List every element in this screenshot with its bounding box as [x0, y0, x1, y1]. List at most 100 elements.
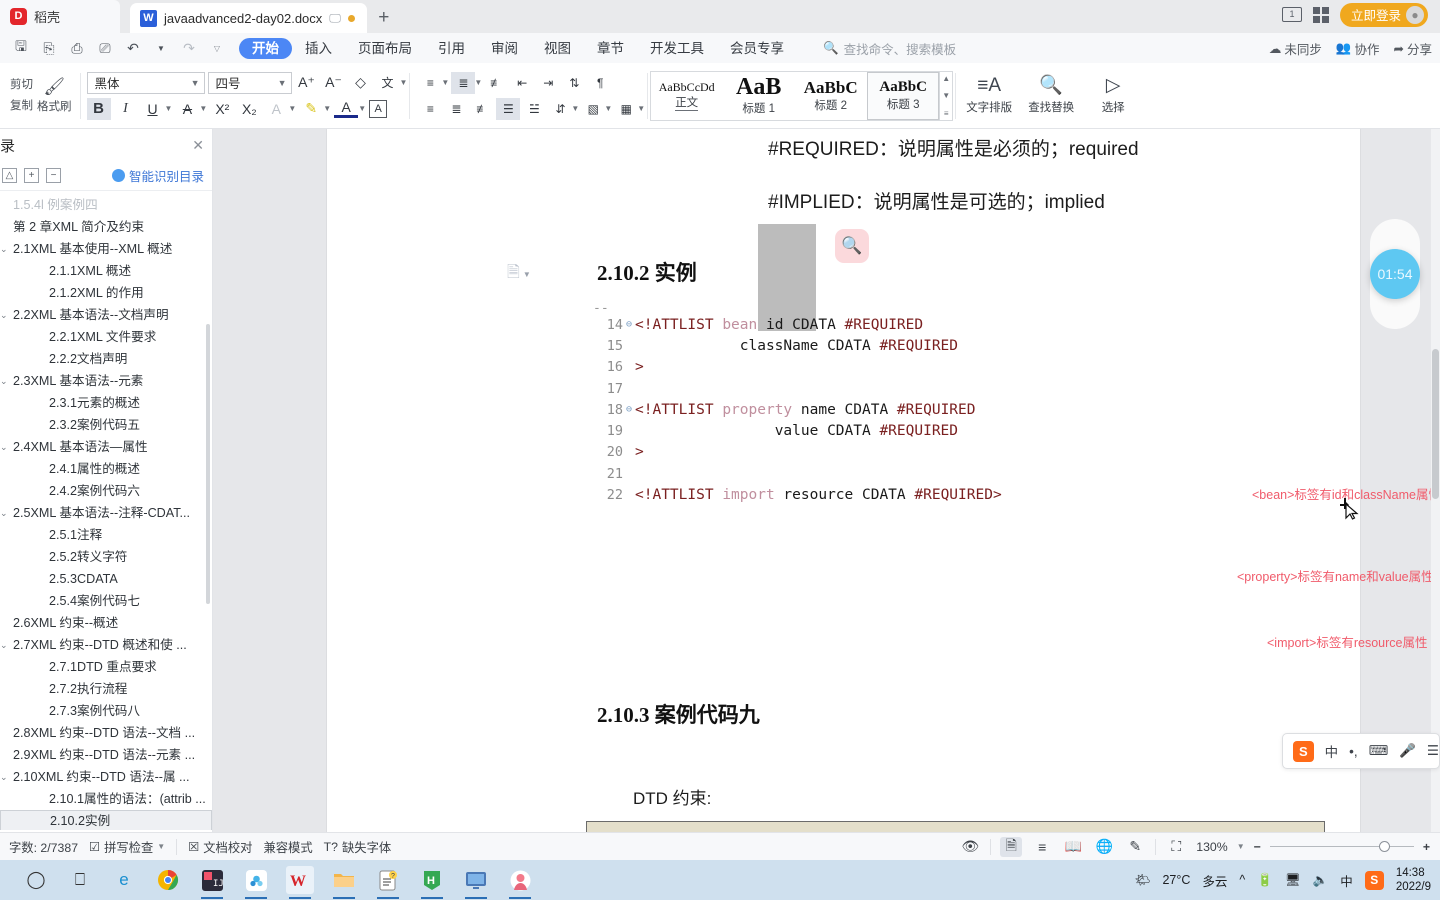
customize-icon[interactable]: ▽ — [205, 37, 229, 59]
justify-icon[interactable]: ☰ — [496, 97, 521, 120]
toc-item[interactable]: 2.8XML 约束--DTD 语法--文档 ... — [0, 722, 212, 744]
apps-grid-icon[interactable] — [1312, 6, 1329, 23]
close-icon[interactable]: ✕ — [192, 137, 204, 154]
partly-cloudy-icon[interactable]: 🌤 — [1135, 873, 1151, 888]
docer-tab[interactable]: D 稻壳 — [0, 0, 120, 33]
toc-item[interactable]: 2.7.3案例代码八 — [0, 700, 212, 722]
align-right-icon[interactable]: ≢ — [470, 98, 494, 120]
document-vertical-scrollbar[interactable] — [1431, 129, 1440, 832]
collapse-all-icon[interactable]: △ — [2, 168, 17, 183]
chevron-down-icon[interactable]: ▼ — [441, 78, 449, 87]
save-as-icon[interactable]: ⎘ — [37, 37, 61, 59]
toc-item[interactable]: 2.1.1XML 概述 — [0, 260, 212, 282]
ink-view-icon[interactable]: ✎ — [1124, 837, 1146, 857]
tab-page-layout[interactable]: 页面布局 — [345, 38, 425, 59]
clear-formatting-icon[interactable]: ◇ — [349, 72, 373, 94]
bold-button[interactable]: B — [86, 97, 111, 120]
battery-icon[interactable]: 🔋 — [1257, 873, 1273, 888]
cut-button[interactable]: 剪切 — [10, 79, 33, 92]
chevron-down-icon[interactable]: ⌄ — [0, 768, 13, 786]
style-normal[interactable]: AaBbCcDd 正文 — [651, 72, 723, 120]
paragraph-settings-icon[interactable]: 🗎 ▼ — [507, 261, 531, 288]
page-count-box[interactable]: 1 — [1281, 7, 1302, 22]
navicat-icon[interactable] — [242, 866, 270, 899]
toc-item[interactable]: 2.7.2执行流程 — [0, 678, 212, 700]
toc-list[interactable]: 1.5.4l 例案例四第 2 章XML 简介及约束 ⌄ 2.1XML 基本使用--X… — [0, 191, 212, 830]
ime-menu-icon[interactable]: ☰ — [1427, 743, 1439, 759]
copy-button[interactable]: 复制 — [10, 100, 33, 113]
toc-item[interactable]: 2.2.2文档声明 — [0, 348, 212, 370]
web-view-icon[interactable]: 🌐 — [1093, 837, 1115, 857]
toc-item[interactable]: ⌄ 2.7XML 约束--DTD 概述和使 ... — [0, 634, 212, 656]
align-left-icon[interactable]: ≡ — [418, 98, 442, 120]
outline-view-icon[interactable]: ≡ — [1031, 837, 1053, 857]
intellij-idea-icon[interactable]: IJ — [198, 866, 226, 899]
spellcheck-button[interactable]: ☑ 拼写检查 ▼ — [89, 838, 165, 856]
text-layout-button[interactable]: ≡A 文字排版 — [958, 76, 1020, 115]
start-circle-icon[interactable]: ◯ — [22, 866, 50, 894]
character-border-icon[interactable]: A — [369, 99, 388, 118]
tab-start[interactable]: 开始 — [239, 37, 292, 59]
chevron-down-icon[interactable]: ⌄ — [0, 504, 13, 522]
decrease-indent-icon[interactable]: ⇤ — [510, 72, 534, 94]
scroll-up-icon[interactable]: ▲ — [942, 74, 950, 83]
print-icon[interactable]: ⎙ — [65, 37, 89, 59]
task-view-icon[interactable]: ⎕ — [66, 866, 94, 894]
distribute-icon[interactable]: ☱ — [522, 98, 546, 120]
show-formatting-marks-icon[interactable]: ¶ — [588, 72, 612, 94]
align-center-icon[interactable]: ≣ — [444, 98, 468, 120]
style-gallery-scroll[interactable]: ▲ ▼ ≡ — [939, 71, 952, 120]
expand-icon[interactable]: + — [24, 168, 39, 183]
toc-item[interactable]: 1.5.4l 例案例四 — [0, 194, 212, 216]
select-button[interactable]: ▷ 选择 — [1082, 76, 1144, 115]
toc-item[interactable]: 2.2.1XML 文件要求 — [0, 326, 212, 348]
highlight-color-icon[interactable]: ✎ — [299, 98, 323, 120]
style-heading-3[interactable]: AaBbC 标题 3 — [867, 71, 940, 120]
navigation-scrollbar[interactable] — [206, 324, 210, 604]
sogou-ime-bar[interactable]: S 中 •, ⌨ 🎤 ☰ — [1282, 733, 1440, 769]
pinyin-guide-icon[interactable]: 文 — [376, 72, 400, 94]
chevron-down-icon[interactable]: ⌄ — [0, 372, 13, 390]
word-count[interactable]: 字数: 2/7387 — [9, 838, 78, 856]
font-color-icon[interactable]: A — [334, 99, 359, 118]
reading-eye-icon[interactable]: 👁 — [959, 837, 981, 857]
style-heading-1[interactable]: AaB 标题 1 — [723, 72, 795, 120]
undo-icon[interactable]: ↶ — [121, 37, 145, 59]
present-icon[interactable]: 🖵 — [329, 11, 341, 26]
remote-desktop-icon[interactable] — [462, 866, 490, 899]
bilibili-icon[interactable] — [506, 866, 534, 899]
text-effects-icon[interactable]: A — [264, 98, 288, 120]
hbuilder-icon[interactable]: H — [418, 866, 446, 899]
find-replace-button[interactable]: 🔍 查找替换 — [1020, 76, 1082, 115]
sync-status-button[interactable]: ☁ 未同步 — [1269, 39, 1322, 58]
toc-item[interactable]: 2.6XML 约束--概述 — [0, 612, 212, 634]
expand-gallery-icon[interactable]: ≡ — [944, 109, 949, 118]
document-canvas[interactable]: #REQUIRED：说明属性是必须的；required #IMPLIED：说明属… — [213, 129, 1440, 832]
strikethrough-icon[interactable]: A — [175, 98, 199, 120]
toc-item[interactable]: ⌄ 2.5XML 基本语法--注释-CDAT... — [0, 502, 212, 524]
tab-sections[interactable]: 章节 — [584, 38, 637, 59]
wps-writer-icon[interactable]: W — [286, 866, 314, 899]
share-button[interactable]: ➦ 分享 — [1394, 39, 1433, 58]
tab-insert[interactable]: 插入 — [292, 38, 345, 59]
italic-button[interactable]: I — [114, 98, 138, 120]
chevron-down-icon[interactable]: ▼ — [165, 104, 173, 113]
decrease-font-size-icon[interactable]: A⁻ — [322, 72, 346, 94]
scroll-down-icon[interactable]: ▼ — [942, 91, 950, 100]
toc-item[interactable]: 2.5.4案例代码七 — [0, 590, 212, 612]
toc-item[interactable]: ⌄ 2.4XML 基本语法—属性 — [0, 436, 212, 458]
borders-icon[interactable]: ▦ — [614, 98, 638, 120]
toc-item[interactable]: ⌄ 2.3XML 基本语法--元素 — [0, 370, 212, 392]
increase-font-size-icon[interactable]: A⁺ — [295, 72, 319, 94]
underline-button[interactable]: U — [141, 98, 165, 120]
undo-dropdown-icon[interactable]: ▼ — [149, 37, 173, 59]
recording-timer-badge[interactable]: 01:54 — [1370, 249, 1420, 299]
toc-item[interactable]: 2.3.2案例代码五 — [0, 414, 212, 436]
toc-item[interactable]: 2.1.2XML 的作用 — [0, 282, 212, 304]
chevron-down-icon[interactable]: ⌄ — [0, 240, 13, 258]
sogou-icon[interactable]: S — [1364, 870, 1384, 890]
toc-item[interactable]: 2.9XML 约束--DTD 语法--元素 ... — [0, 744, 212, 766]
collapse-icon[interactable]: − — [46, 168, 61, 183]
chevron-down-icon[interactable]: ▼ — [604, 104, 612, 113]
microphone-icon[interactable]: 🎤 — [1399, 743, 1416, 759]
